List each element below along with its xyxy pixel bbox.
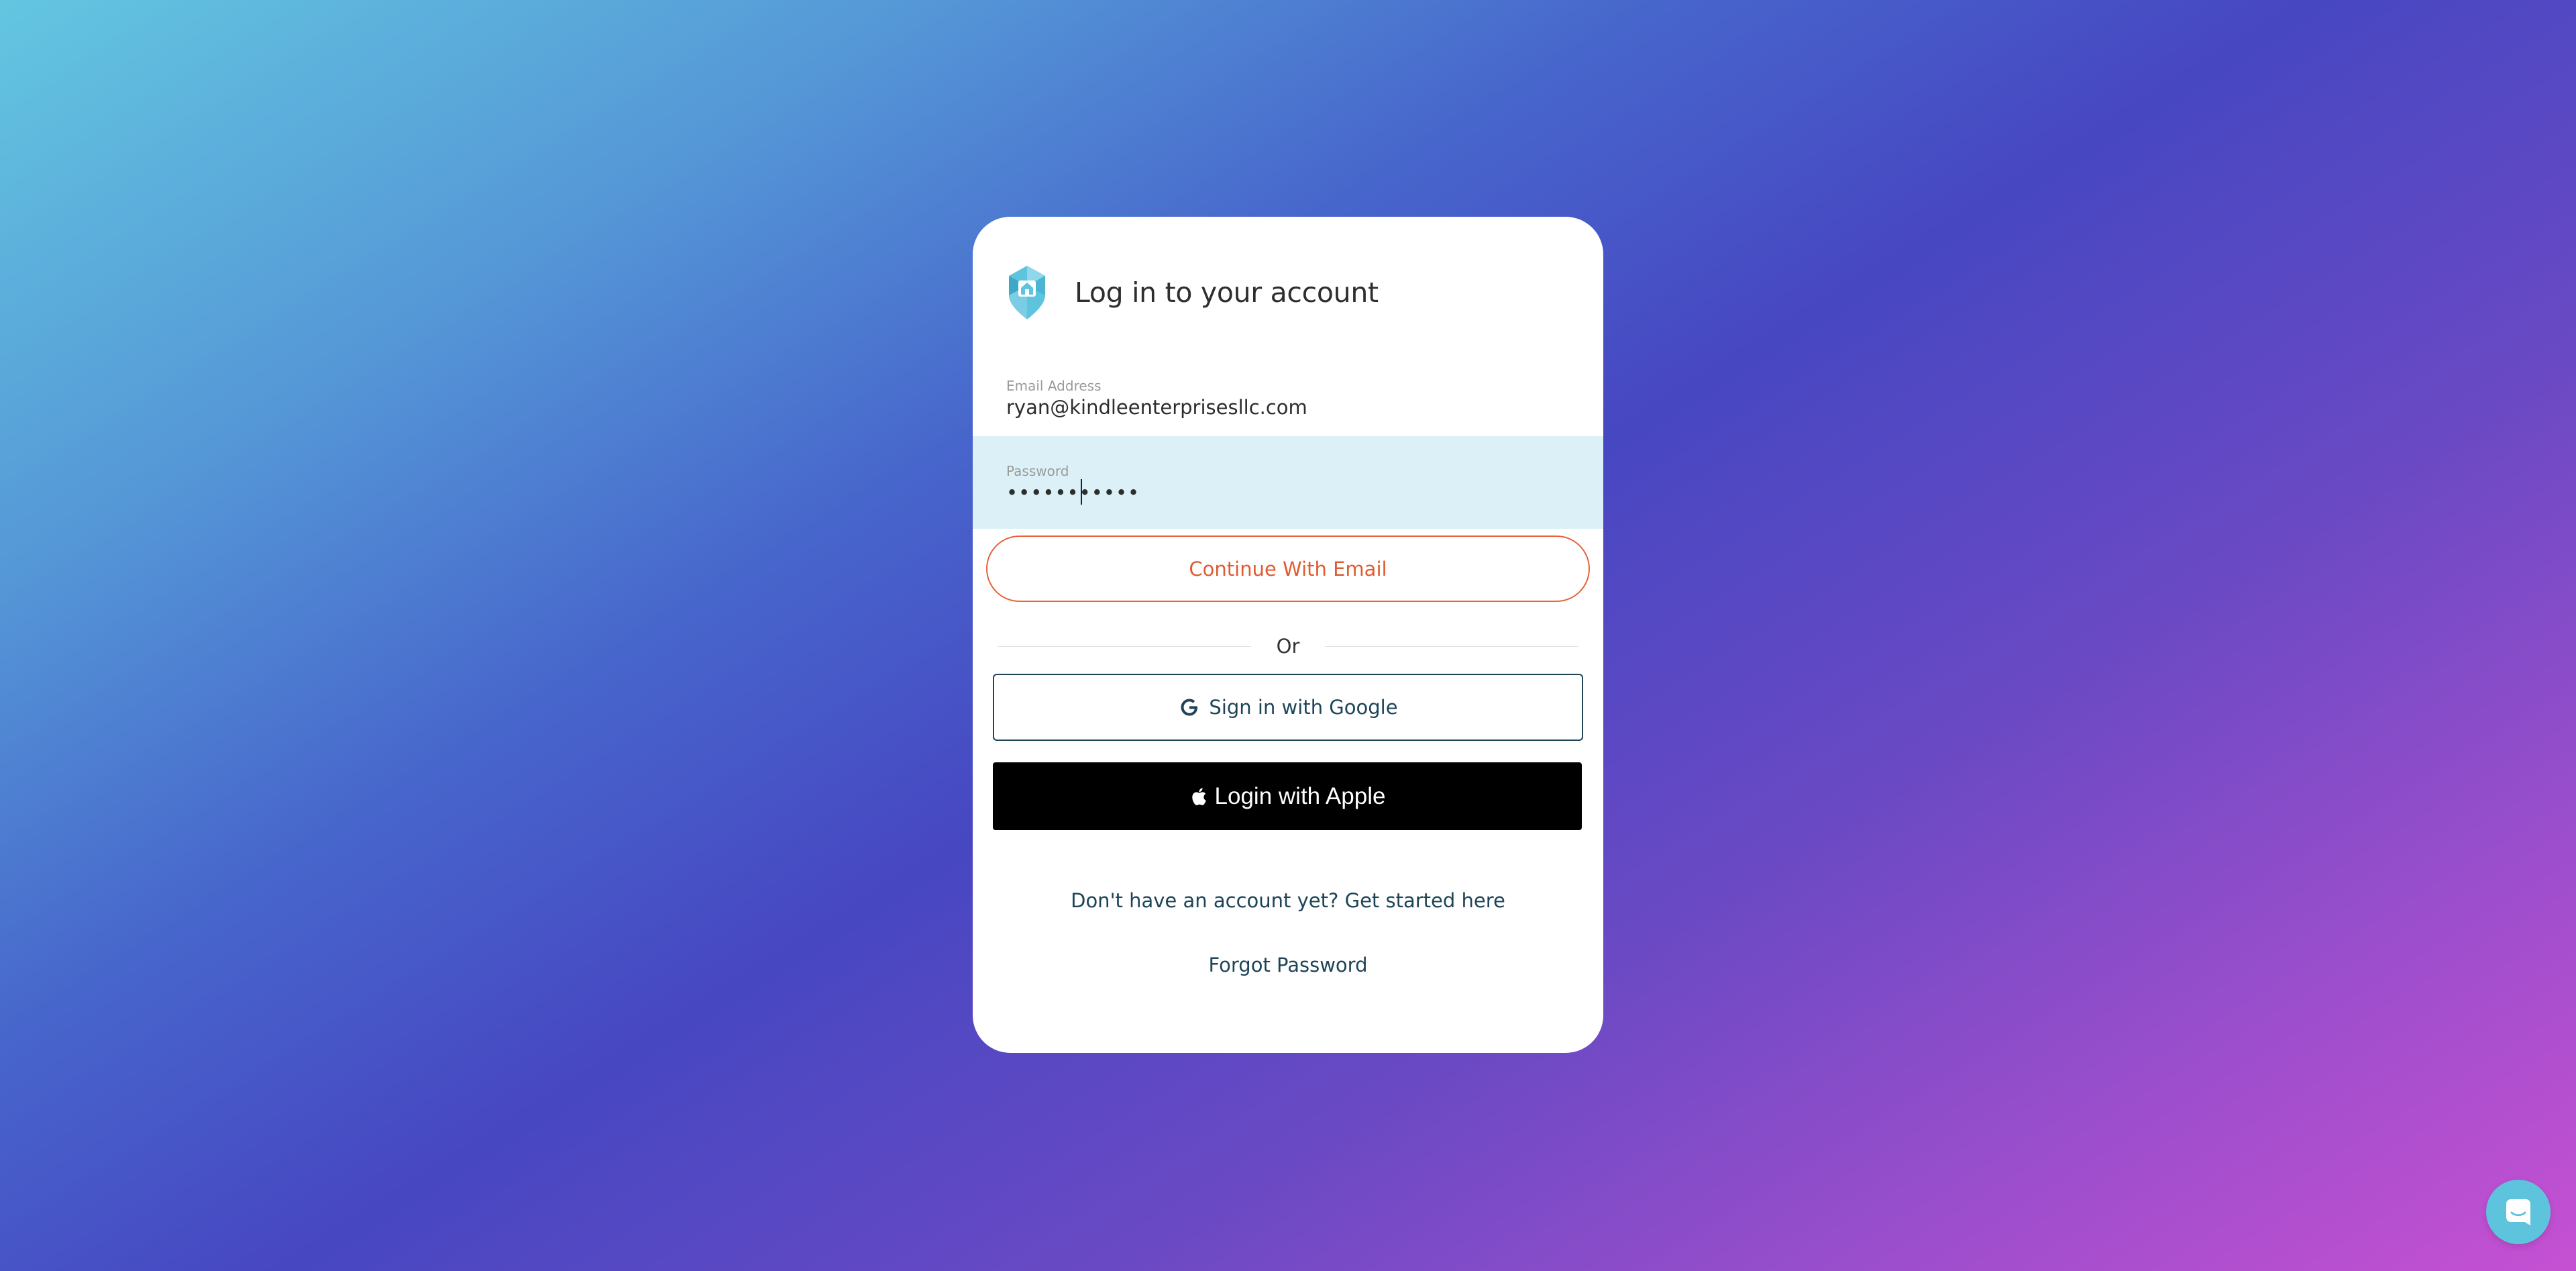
get-started-link[interactable]: Don't have an account yet? Get started h… [973,889,1603,912]
login-card: Log in to your account Email Address Pas… [973,217,1603,1053]
page-title: Log in to your account [1075,276,1379,309]
password-input[interactable] [1006,478,1556,507]
continue-with-email-button[interactable]: Continue With Email [986,536,1590,602]
login-header: Log in to your account [1004,262,1379,323]
email-field-label: Email Address [1006,378,1102,394]
email-input[interactable] [1006,393,1556,422]
divider-text: Or [1276,635,1300,658]
continue-with-email-label: Continue With Email [1189,557,1387,580]
chat-launcher-button[interactable] [2486,1180,2551,1244]
divider-line-left [998,646,1251,647]
login-with-apple-label: Login with Apple [1214,782,1386,809]
sign-in-with-google-label: Sign in with Google [1209,696,1398,719]
or-divider: Or [998,633,1578,660]
password-field-label: Password [1006,463,1069,479]
password-field[interactable]: Password [973,436,1603,529]
google-g-icon [1181,699,1198,716]
login-with-apple-button[interactable]: Login with Apple [993,762,1582,830]
apple-icon [1191,787,1206,805]
forgot-password-link[interactable]: Forgot Password [973,954,1603,976]
chat-bubble-icon [2506,1199,2530,1225]
divider-line-right [1325,646,1578,647]
text-caret [1081,479,1082,505]
email-field[interactable]: Email Address [973,351,1603,444]
sign-in-with-google-button[interactable]: Sign in with Google [993,674,1583,741]
house-location-pin-logo-icon [1009,266,1045,319]
